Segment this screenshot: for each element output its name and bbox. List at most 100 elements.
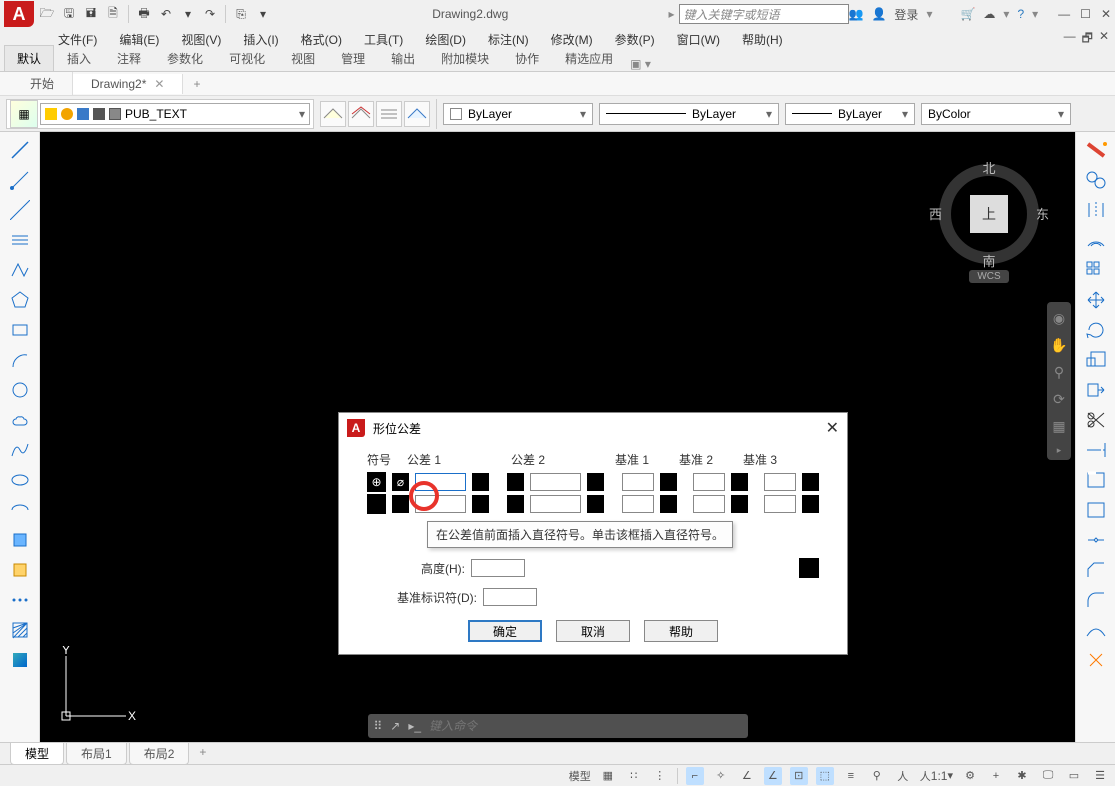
tol1-value-2[interactable] [415, 495, 466, 513]
move-icon[interactable] [1082, 288, 1110, 312]
status-anno-icon[interactable]: ⚲ [868, 767, 886, 785]
chevron-down-icon[interactable]: ▾ [1058, 107, 1064, 121]
chevron-down-icon[interactable]: ▾ [766, 107, 772, 121]
layer-tool-4[interactable] [404, 101, 430, 127]
saveas-icon[interactable]: 🖬 [82, 5, 100, 23]
orbit-icon[interactable]: ⟳ [1053, 391, 1065, 408]
menu-window[interactable]: 窗口(W) [667, 29, 730, 50]
datum3-mc-2[interactable] [802, 495, 819, 513]
datum1-value-1[interactable] [622, 473, 654, 491]
polyline-icon[interactable] [6, 258, 34, 282]
mdi-restore-button[interactable]: 🗗 [1082, 29, 1093, 50]
layout-tab-1[interactable]: 布局1 [66, 743, 127, 765]
open-icon[interactable]: 🗁 [38, 5, 56, 23]
status-snap-icon[interactable]: ∷ [625, 767, 643, 785]
datum1-mc-1[interactable] [660, 473, 677, 491]
layout-add-button[interactable]: + [191, 743, 214, 761]
ribbon-expand-icon[interactable]: ▣ ▾ [630, 57, 651, 71]
viewcube-face-top[interactable]: 上 [970, 195, 1008, 233]
datum2-mc-1[interactable] [731, 473, 748, 491]
drawing-canvas[interactable]: 上 北 南 东 西 WCS ◉ ✋ ⚲ ⟳ ▦ ▸ YX ⠿ ↗ ▸_ [40, 132, 1075, 742]
erase-icon[interactable] [1082, 138, 1110, 162]
ray-icon[interactable] [6, 168, 34, 192]
help-button[interactable]: 帮助 [644, 620, 718, 642]
undo-dropdown-icon[interactable]: ▾ [179, 5, 197, 23]
dialog-titlebar[interactable]: A 形位公差 ✕ [339, 413, 847, 443]
signin-icon[interactable]: 👤 [871, 7, 886, 21]
ribbon-tab-manage[interactable]: 管理 [328, 45, 378, 71]
hatch-icon[interactable] [6, 618, 34, 642]
ribbon-tab-featured[interactable]: 精选应用 [552, 45, 626, 71]
lineweight-dropdown[interactable]: ByLayer ▾ [785, 103, 915, 125]
projected-zone-box[interactable] [799, 558, 819, 578]
ellipse-arc-icon[interactable] [6, 498, 34, 522]
extend-icon[interactable] [1082, 438, 1110, 462]
multiline-icon[interactable] [6, 228, 34, 252]
mdi-close-button[interactable]: ✕ [1099, 29, 1109, 50]
line-icon[interactable] [6, 138, 34, 162]
status-autoscale-icon[interactable]: 人 [894, 767, 912, 785]
datum3-mc-1[interactable] [802, 473, 819, 491]
datum2-mc-2[interactable] [731, 495, 748, 513]
arc-icon[interactable] [6, 348, 34, 372]
insertblock-icon[interactable] [6, 528, 34, 552]
symbol-box-1[interactable]: ⊕ [367, 472, 386, 492]
matcond-box-1-1[interactable] [472, 473, 489, 491]
ribbon-tab-collaborate[interactable]: 协作 [502, 45, 552, 71]
ribbon-tab-visualize[interactable]: 可视化 [216, 45, 278, 71]
datum1-mc-2[interactable] [660, 495, 677, 513]
maximize-button[interactable]: ☐ [1080, 7, 1091, 21]
close-icon[interactable]: ✕ [154, 77, 164, 91]
dialog-close-button[interactable]: ✕ [826, 418, 839, 438]
matcond-box-2-1[interactable] [472, 495, 489, 513]
datum-id-input[interactable] [483, 588, 537, 606]
linetype-dropdown[interactable]: ByLayer ▾ [599, 103, 779, 125]
status-polar-icon[interactable]: ✧ [712, 767, 730, 785]
status-osnap-icon[interactable]: ⊡ [790, 767, 808, 785]
layer-dropdown[interactable]: PUB_TEXT ▾ [40, 103, 310, 125]
infocenter-icon[interactable]: 👥 [849, 7, 864, 21]
ribbon-tab-annotate[interactable]: 注释 [104, 45, 154, 71]
wcs-label[interactable]: WCS [969, 270, 1008, 283]
showmotion-icon[interactable]: ▦ [1052, 418, 1065, 435]
datum1-value-2[interactable] [622, 495, 654, 513]
signin-label[interactable]: 登录 [894, 6, 918, 23]
doc-tab-active[interactable]: Drawing2*✕ [73, 74, 183, 94]
search-input[interactable]: 键入关键字或短语 [679, 4, 849, 24]
array-icon[interactable] [1082, 258, 1110, 282]
status-model-label[interactable]: 模型 [569, 767, 591, 785]
break-icon[interactable] [1082, 468, 1110, 492]
qat-more-icon[interactable]: ▾ [254, 5, 272, 23]
status-grid-icon[interactable]: ▦ [599, 767, 617, 785]
status-monitor-icon[interactable]: 🖵 [1039, 767, 1057, 785]
cart-icon[interactable]: 🛒 [960, 7, 975, 21]
command-input[interactable] [429, 719, 741, 733]
pan-icon[interactable]: ✋ [1050, 337, 1067, 354]
breakat-icon[interactable] [1082, 498, 1110, 522]
save-icon[interactable]: 🖫 [60, 5, 78, 23]
trim-icon[interactable] [1082, 408, 1110, 432]
close-button[interactable]: ✕ [1101, 7, 1111, 21]
gradient-icon[interactable] [6, 648, 34, 672]
revcloud-icon[interactable] [6, 408, 34, 432]
saveall-icon[interactable]: 🗎 [104, 5, 122, 23]
tol2-value-1[interactable] [530, 473, 581, 491]
join-icon[interactable] [1082, 528, 1110, 552]
datum3-value-1[interactable] [764, 473, 796, 491]
mdi-minimize-button[interactable]: — [1064, 29, 1076, 50]
doc-tab-add[interactable]: + [183, 74, 210, 94]
offset-icon[interactable] [1082, 228, 1110, 252]
viewcube-south[interactable]: 南 [982, 251, 995, 270]
diameter-box-1-2[interactable] [507, 473, 524, 491]
viewcube[interactable]: 上 北 南 东 西 WCS [929, 148, 1049, 298]
undo-icon[interactable]: ↶ [157, 5, 175, 23]
chevron-down-icon[interactable]: ▾ [299, 107, 305, 121]
ribbon-tab-output[interactable]: 输出 [378, 45, 428, 71]
chevron-down-icon[interactable]: ▾ [580, 107, 586, 121]
stretch-icon[interactable] [1082, 378, 1110, 402]
status-cleanscreen-icon[interactable]: ▭ [1065, 767, 1083, 785]
ribbon-tab-default[interactable]: 默认 [4, 45, 54, 71]
ribbon-tab-parametric[interactable]: 参数化 [154, 45, 216, 71]
zoom-icon[interactable]: ⚲ [1054, 364, 1064, 381]
status-otrack-icon[interactable]: ∠ [764, 767, 782, 785]
